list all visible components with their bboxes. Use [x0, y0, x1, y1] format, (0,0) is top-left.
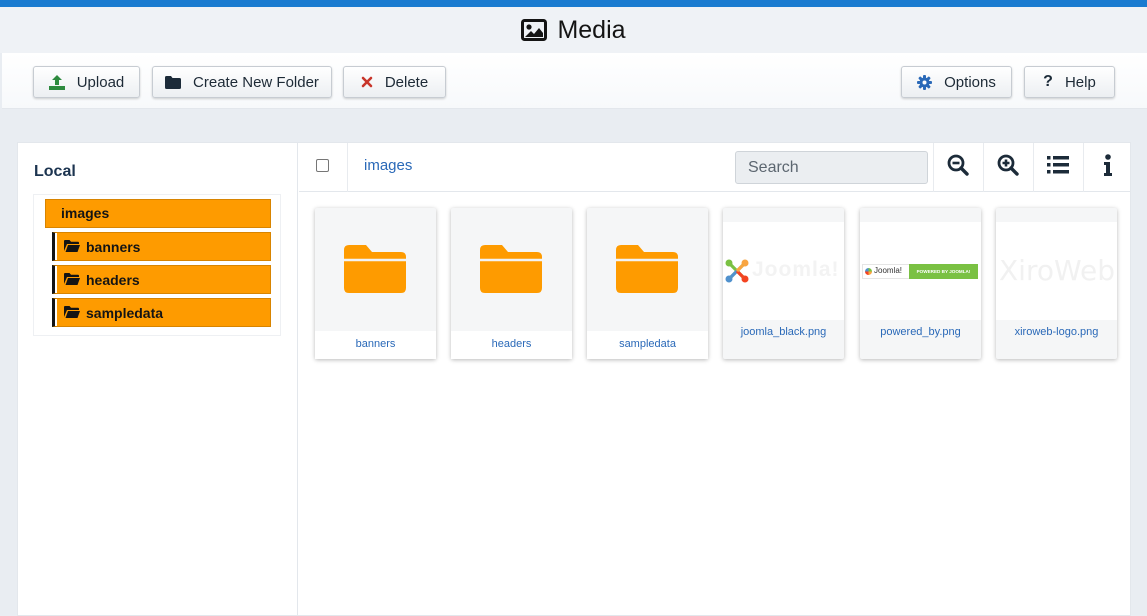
question-icon: ? [1043, 73, 1053, 90]
media-item-name: headers [491, 338, 532, 350]
thumbnail-text: Joomla! [752, 258, 840, 281]
tree-divider [55, 299, 57, 326]
zoom-in-button[interactable] [983, 143, 1033, 192]
tree-item-sampledata[interactable]: sampledata [52, 298, 271, 327]
breadcrumb[interactable]: images [364, 157, 412, 174]
select-all-checkbox[interactable] [316, 159, 329, 172]
help-label: Help [1064, 73, 1096, 91]
folder-icon [165, 75, 182, 89]
gear-icon [917, 74, 933, 90]
browser-toolbar: images [299, 143, 1131, 192]
sidebar-title: Local [34, 163, 76, 180]
search-input[interactable] [735, 151, 928, 184]
tree-item-label: headers [86, 271, 140, 288]
toolbar: Upload Create New Folder Delete Options … [2, 53, 1147, 109]
image-thumbnail: XiroWeb [996, 222, 1117, 320]
tree-item-label: sampledata [86, 304, 164, 321]
upload-button[interactable]: Upload [33, 66, 140, 98]
info-button[interactable] [1083, 143, 1133, 192]
delete-label: Delete [384, 73, 429, 91]
media-item-headers[interactable]: headers [451, 208, 572, 359]
info-icon [1103, 154, 1113, 181]
options-button[interactable]: Options [901, 66, 1012, 98]
media-item-powered-by[interactable]: Joomla! POWERED BY JOOMLA! powered_by.pn… [860, 208, 981, 359]
folder-open-icon [64, 272, 80, 288]
create-folder-label: Create New Folder [193, 73, 319, 91]
browser-content: images banners [299, 143, 1131, 616]
media-panel: Local images banners headers sampledata [17, 142, 1131, 616]
joomla-logo-icon [865, 268, 872, 275]
media-item-name: xiroweb-logo.png [1014, 326, 1099, 338]
top-accent-bar [0, 0, 1147, 7]
help-button[interactable]: ? Help [1024, 66, 1115, 98]
page-title: Media [521, 15, 626, 45]
media-item-name: joomla_black.png [740, 326, 827, 338]
folder-open-icon [64, 305, 80, 321]
tree-item-banners[interactable]: banners [52, 232, 271, 261]
divider [347, 143, 348, 192]
folder-open-icon [64, 239, 80, 255]
options-label: Options [944, 73, 996, 91]
zoom-out-icon [947, 154, 969, 181]
tree-divider [55, 266, 57, 293]
zoom-out-button[interactable] [933, 143, 983, 192]
tree-item-label: banners [86, 238, 141, 255]
upload-label: Upload [76, 73, 125, 91]
folder-icon [480, 245, 542, 298]
tree-divider [55, 233, 57, 260]
media-item-banners[interactable]: banners [315, 208, 436, 359]
image-thumbnail: Joomla! POWERED BY JOOMLA! [860, 222, 981, 320]
media-item-name: sampledata [619, 338, 676, 350]
sidebar: Local images banners headers sampledata [18, 143, 298, 616]
thumbnail-banner: Joomla! POWERED BY JOOMLA! [862, 264, 978, 279]
media-item-xiroweb-logo[interactable]: XiroWeb xiroweb-logo.png [996, 208, 1117, 359]
thumbnail-text: XiroWeb [999, 254, 1116, 287]
folder-tree: images banners headers sampledata [33, 194, 281, 336]
thumbnail-badge: POWERED BY JOOMLA! [909, 264, 978, 279]
tree-item-images[interactable]: images [45, 199, 271, 228]
list-view-button[interactable] [1033, 143, 1083, 192]
image-icon [521, 19, 548, 41]
folder-icon [616, 245, 678, 298]
list-icon [1047, 156, 1069, 179]
media-item-sampledata[interactable]: sampledata [587, 208, 708, 359]
create-folder-button[interactable]: Create New Folder [152, 66, 332, 98]
thumbnail-text: Joomla! [874, 266, 903, 275]
zoom-in-icon [997, 154, 1019, 181]
close-icon [361, 76, 373, 88]
media-item-name: banners [355, 338, 396, 350]
delete-button[interactable]: Delete [343, 66, 446, 98]
image-thumbnail: Joomla! [723, 222, 844, 320]
page-title-text: Media [557, 15, 626, 44]
media-item-name: powered_by.png [880, 326, 961, 338]
folder-icon [344, 245, 406, 298]
media-item-joomla-black[interactable]: Joomla! joomla_black.png [723, 208, 844, 359]
page-header: Media [0, 7, 1147, 53]
upload-icon [48, 74, 65, 90]
tree-item-headers[interactable]: headers [52, 265, 271, 294]
